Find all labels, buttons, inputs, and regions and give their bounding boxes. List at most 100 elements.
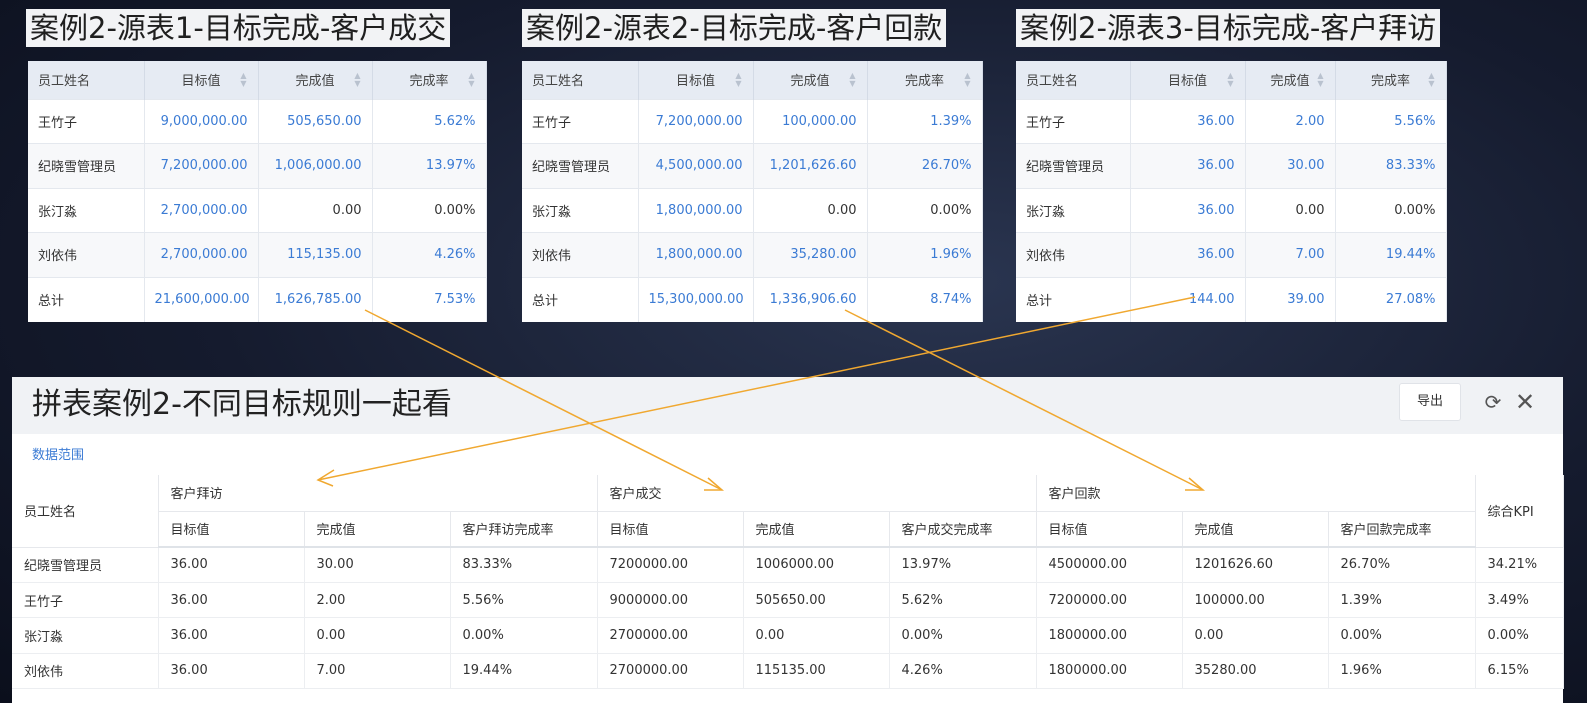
column-header-kpi[interactable]: 综合KPI	[1475, 475, 1564, 548]
column-header-payment-target[interactable]: 目标值	[1036, 511, 1183, 548]
sort-icon[interactable]: ▲ ▼	[1426, 72, 1438, 88]
cell-target[interactable]: 21,600,000.00	[144, 276, 259, 322]
cell-target[interactable]: 144.00	[1130, 276, 1246, 322]
cell-rate[interactable]: 83.33%	[1335, 143, 1447, 188]
total-row: 总计 15,300,000.00 1,336,906.60 8.74%	[522, 276, 983, 322]
cell-name: 王竹子	[522, 98, 639, 144]
cell-done[interactable]: 100,000.00	[753, 98, 868, 144]
column-header-payment-rate[interactable]: 客户回款完成率	[1328, 511, 1476, 548]
cell-rate[interactable]: 8.74%	[867, 276, 983, 322]
cell-name: 纪晓雪管理员	[522, 143, 639, 188]
column-header-deal-done[interactable]: 完成值	[743, 511, 890, 548]
cell-done[interactable]: 115,135.00	[258, 232, 373, 277]
table-row: 王竹子 7,200,000.00 100,000.00 1.39%	[522, 98, 983, 144]
cell-done[interactable]: 7.00	[1245, 232, 1336, 277]
column-header-deal-target[interactable]: 目标值	[597, 511, 744, 548]
cell-rate[interactable]: 19.44%	[1335, 232, 1447, 277]
cell-rate[interactable]: 27.08%	[1335, 276, 1447, 322]
cell-rate[interactable]: 1.39%	[867, 98, 983, 144]
cell-done[interactable]: 1,006,000.00	[258, 143, 373, 188]
column-header-visit-done[interactable]: 完成值	[304, 511, 451, 548]
cell-name: 王竹子	[28, 98, 145, 144]
column-header-rate[interactable]: 完成率 ▲ ▼	[372, 61, 487, 99]
cell: 7.00	[304, 653, 451, 690]
cell: 0.00	[1182, 617, 1329, 654]
cell: 1800000.00	[1036, 653, 1183, 690]
table-row: 刘依伟 2,700,000.00 115,135.00 4.26%	[28, 232, 487, 277]
cell-rate[interactable]: 4.26%	[372, 232, 487, 277]
cell-target[interactable]: 9,000,000.00	[144, 98, 259, 144]
total-row: 总计 144.00 39.00 27.08%	[1016, 276, 1447, 322]
cell-rate[interactable]: 7.53%	[372, 276, 487, 322]
cell: 1.39%	[1328, 582, 1476, 619]
sort-icon[interactable]: ▲ ▼	[1225, 72, 1237, 88]
cell-target[interactable]: 36.00	[1130, 98, 1246, 144]
cell-rate[interactable]: 5.56%	[1335, 98, 1447, 144]
table-row: 王竹子 36.00 2.00 5.56%	[1016, 98, 1447, 144]
cell-rate[interactable]: 13.97%	[372, 143, 487, 188]
cell-rate[interactable]: 26.70%	[867, 143, 983, 188]
column-header-payment-done[interactable]: 完成值	[1182, 511, 1329, 548]
export-button[interactable]: 导出	[1399, 383, 1461, 421]
cell-target[interactable]: 7,200,000.00	[144, 143, 259, 188]
table-row: 张汀淼 2,700,000.00 0.00 0.00%	[28, 187, 487, 233]
source-table-2: 员工姓名 目标值 ▲ ▼ 完成值 ▲ ▼ 完成率 ▲ ▼ 王竹子 7,200,000.00 …	[522, 61, 983, 322]
cell-target[interactable]: 2,700,000.00	[144, 187, 259, 233]
cell-done[interactable]: 1,626,785.00	[258, 276, 373, 322]
cell-name: 张汀淼	[522, 187, 639, 233]
sort-icon[interactable]: ▲ ▼	[847, 72, 859, 88]
cell-target[interactable]: 36.00	[1130, 232, 1246, 277]
sort-icon[interactable]: ▲ ▼	[466, 72, 478, 88]
cell-target[interactable]: 36.00	[1130, 187, 1246, 233]
cell-target[interactable]: 2,700,000.00	[144, 232, 259, 277]
cell-done[interactable]: 35,280.00	[753, 232, 868, 277]
column-header-target[interactable]: 目标值 ▲ ▼	[638, 61, 754, 99]
cell-name: 刘依伟	[522, 232, 639, 277]
column-header-rate[interactable]: 完成率 ▲ ▼	[867, 61, 983, 99]
column-header-visit-rate[interactable]: 客户拜访完成率	[450, 511, 598, 548]
cell-done[interactable]: 1,336,906.60	[753, 276, 868, 322]
cell-done[interactable]: 505,650.00	[258, 98, 373, 144]
column-header-done[interactable]: 完成值 ▲ ▼	[1245, 61, 1336, 99]
column-header-done[interactable]: 完成值 ▲ ▼	[753, 61, 868, 99]
sort-icon[interactable]: ▲ ▼	[962, 72, 974, 88]
sort-icon[interactable]: ▲ ▼	[733, 72, 745, 88]
cell-target[interactable]: 7,200,000.00	[638, 98, 754, 144]
refresh-icon[interactable]: ⟳	[1480, 387, 1506, 417]
data-range-link[interactable]: 数据范围	[32, 444, 84, 463]
column-header-done[interactable]: 完成值 ▲ ▼	[258, 61, 373, 99]
column-header-rate[interactable]: 完成率 ▲ ▼	[1335, 61, 1447, 99]
column-header-deal-rate[interactable]: 客户成交完成率	[889, 511, 1037, 548]
sort-icon[interactable]: ▲ ▼	[1315, 72, 1327, 88]
cell-rate[interactable]: 5.62%	[372, 98, 487, 144]
cell-done[interactable]: 1,201,626.60	[753, 143, 868, 188]
cell-done[interactable]: 39.00	[1245, 276, 1336, 322]
column-header-label: 完成值	[1270, 74, 1310, 90]
cell-done[interactable]: 30.00	[1245, 143, 1336, 188]
cell-rate: 0.00%	[867, 187, 983, 233]
column-header-name[interactable]: 员工姓名	[522, 61, 639, 99]
close-icon[interactable]: ✕	[1512, 387, 1538, 417]
cell-name: 王竹子	[1016, 98, 1131, 144]
cell-target[interactable]: 36.00	[1130, 143, 1246, 188]
column-header-name[interactable]: 员工姓名	[12, 475, 159, 548]
cell-done: 0.00	[258, 187, 373, 233]
column-header-target[interactable]: 目标值 ▲ ▼	[1130, 61, 1246, 99]
cell-target[interactable]: 4,500,000.00	[638, 143, 754, 188]
cell: 35280.00	[1182, 653, 1329, 690]
column-header-visit-target[interactable]: 目标值	[158, 511, 305, 548]
cell-target[interactable]: 15,300,000.00	[638, 276, 754, 322]
sort-icon[interactable]: ▲ ▼	[238, 72, 250, 88]
cell-done[interactable]: 2.00	[1245, 98, 1336, 144]
cell-target[interactable]: 1,800,000.00	[638, 187, 754, 233]
column-header-name[interactable]: 员工姓名	[1016, 61, 1131, 99]
column-header-target[interactable]: 目标值 ▲ ▼	[144, 61, 259, 99]
group-header-deal: 客户成交	[597, 475, 1037, 512]
table-row: 刘依伟 36.00 7.00 19.44% 2700000.00 115135.…	[12, 653, 1564, 690]
cell-rate[interactable]: 1.96%	[867, 232, 983, 277]
sort-icon[interactable]: ▲ ▼	[352, 72, 364, 88]
column-header-name[interactable]: 员工姓名	[28, 61, 145, 99]
cell-rate: 0.00%	[372, 187, 487, 233]
cell: 0.00	[743, 617, 890, 654]
cell-target[interactable]: 1,800,000.00	[638, 232, 754, 277]
